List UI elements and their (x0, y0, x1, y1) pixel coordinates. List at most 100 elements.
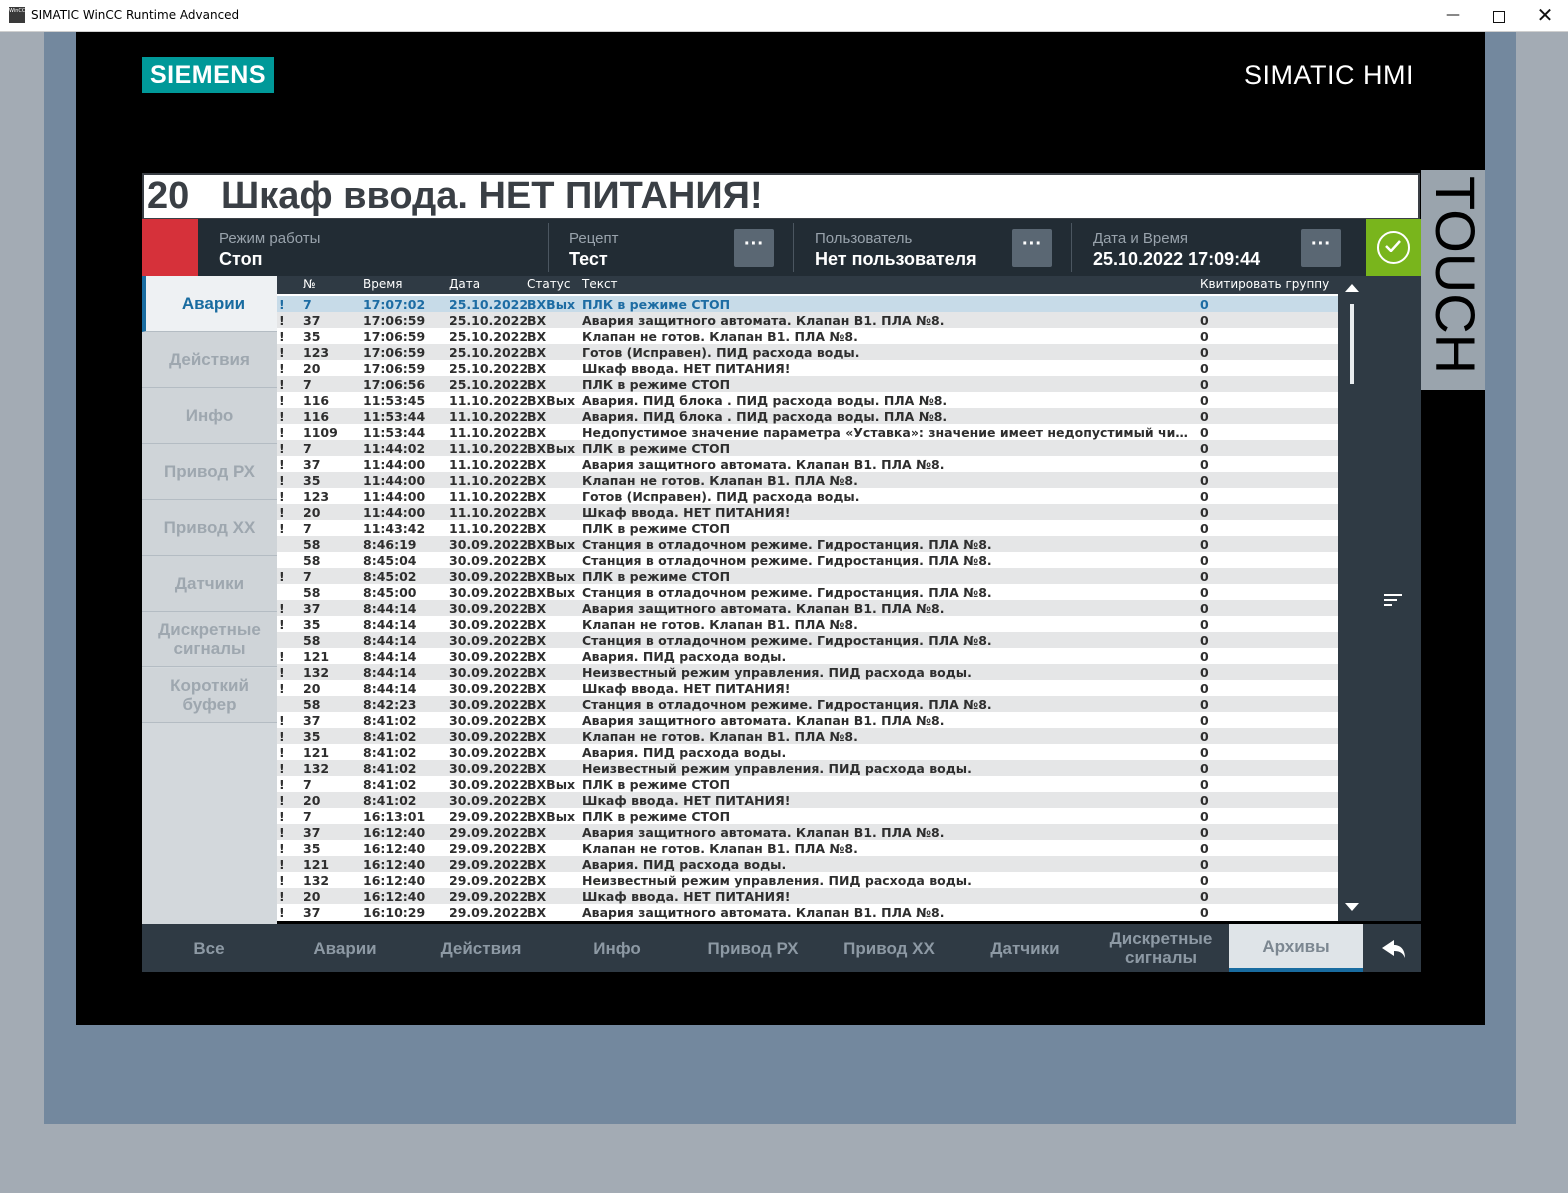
table-row[interactable]: ! 35 16:12:40 29.09.2022 ВХ Клапан не готов. … (277, 840, 1338, 856)
sidebar-item-drive-hh[interactable]: Привод ХХ (142, 500, 277, 556)
row-time: 8:42:23 (363, 697, 417, 712)
back-arrow-icon[interactable] (1374, 936, 1412, 962)
row-date: 29.09.2022 (449, 873, 529, 888)
table-row[interactable]: ! 35 8:41:02 30.09.2022 ВХ Клапан не готов. К… (277, 728, 1338, 744)
table-row[interactable]: ! 37 17:06:59 25.10.2022 ВХ Авария защитного … (277, 312, 1338, 328)
acknowledge-button[interactable] (1366, 219, 1421, 276)
row-date: 30.09.2022 (449, 761, 529, 776)
table-row[interactable]: ! 121 8:41:02 30.09.2022 ВХ Авария. ПИД расхо… (277, 744, 1338, 760)
alarm-indicator[interactable] (142, 219, 198, 276)
table-row[interactable]: ! 121 8:44:14 30.09.2022 ВХ Авария. ПИД расхо… (277, 648, 1338, 664)
tab-drive-rh[interactable]: Привод РХ (686, 924, 820, 972)
table-row[interactable]: ! 20 8:41:02 30.09.2022 ВХ Шкаф ввода. НЕТ ПИ… (277, 792, 1338, 808)
header-date[interactable]: Дата (449, 277, 480, 291)
user-more-button[interactable]: ··· (1012, 229, 1052, 267)
row-flag: ! (279, 729, 285, 744)
table-row[interactable]: ! 7 11:43:42 11.10.2022 ВХ ПЛК в режиме СТОП 0 (277, 520, 1338, 536)
tab-discrete-signals[interactable]: Дискретные сигналы (1094, 924, 1228, 972)
table-row[interactable]: ! 37 11:44:00 11.10.2022 ВХ Авария защитного … (277, 456, 1338, 472)
table-row[interactable]: ! 7 17:07:02 25.10.2022 ВХВых ПЛК в режиме СТ… (277, 296, 1338, 312)
row-text: Станция в отладочном режиме. Гидростанци… (582, 585, 992, 600)
table-row[interactable]: ! 132 8:44:14 30.09.2022 ВХ Неизвестный режим… (277, 664, 1338, 680)
table-row[interactable]: ! 37 8:41:02 30.09.2022 ВХ Авария защитного а… (277, 712, 1338, 728)
table-row[interactable]: ! 123 11:44:00 11.10.2022 ВХ Готов (Исправен)… (277, 488, 1338, 504)
maximize-button[interactable] (1476, 0, 1522, 31)
table-row[interactable]: ! 116 11:53:44 11.10.2022 ВХ Авария. ПИД блок… (277, 408, 1338, 424)
table-row[interactable]: ! 37 8:44:14 30.09.2022 ВХ Авария защитного а… (277, 600, 1338, 616)
sidebar-item-discrete-signals[interactable]: Дискретные сигналы (142, 612, 277, 667)
row-ack: 0 (1200, 473, 1209, 488)
row-time: 8:45:02 (363, 569, 417, 584)
row-status: ВХ (527, 425, 547, 440)
sidebar-item-info[interactable]: Инфо (142, 388, 277, 444)
tab-drive-hh[interactable]: Привод ХХ (822, 924, 956, 972)
table-row[interactable]: ! 20 17:06:59 25.10.2022 ВХ Шкаф ввода. НЕТ П… (277, 360, 1338, 376)
table-row[interactable]: ! 132 16:12:40 29.09.2022 ВХ Неизвестный режи… (277, 872, 1338, 888)
scroll-thumb[interactable] (1350, 304, 1354, 384)
table-row[interactable]: ! 35 11:44:00 11.10.2022 ВХ Клапан не готов. … (277, 472, 1338, 488)
table-row[interactable]: 58 8:45:04 30.09.2022 ВХ Станция в отладочно… (277, 552, 1338, 568)
tab-sensors[interactable]: Датчики (958, 924, 1092, 972)
row-text: Готов (Исправен). ПИД расхода воды. (582, 345, 860, 360)
tab-alarms[interactable]: Аварии (278, 924, 412, 972)
table-row[interactable]: 58 8:46:19 30.09.2022 ВХВых Станция в отладо… (277, 536, 1338, 552)
table-row[interactable]: ! 35 8:44:14 30.09.2022 ВХ Клапан не готов. К… (277, 616, 1338, 632)
header-number[interactable]: № (303, 277, 315, 291)
table-row[interactable]: ! 7 8:41:02 30.09.2022 ВХВых ПЛК в режиме СТО… (277, 776, 1338, 792)
table-row[interactable]: ! 123 17:06:59 25.10.2022 ВХ Готов (Исправен)… (277, 344, 1338, 360)
triangle-down-icon[interactable] (1345, 903, 1359, 911)
row-ack: 0 (1200, 457, 1209, 472)
alarm-table[interactable]: № Время Дата Статус Текст Квитировать гр… (277, 276, 1338, 921)
recipe-more-button[interactable]: ··· (734, 229, 774, 267)
table-row[interactable]: ! 7 8:45:02 30.09.2022 ВХВых ПЛК в режиме СТО… (277, 568, 1338, 584)
row-ack: 0 (1200, 489, 1209, 504)
sidebar-item-actions[interactable]: Действия (142, 332, 277, 388)
row-status: ВХВых (527, 441, 576, 456)
table-row[interactable]: ! 20 16:12:40 29.09.2022 ВХ Шкаф ввода. НЕТ П… (277, 888, 1338, 904)
sidebar-item-sensors[interactable]: Датчики (142, 556, 277, 612)
datetime-more-button[interactable]: ··· (1301, 229, 1341, 267)
header-text[interactable]: Текст (582, 277, 618, 291)
header-time[interactable]: Время (363, 277, 403, 291)
table-row[interactable]: ! 37 16:12:40 29.09.2022 ВХ Авария защитного … (277, 824, 1338, 840)
row-ack: 0 (1200, 889, 1209, 904)
table-row[interactable]: ! 20 11:44:00 11.10.2022 ВХ Шкаф ввода. НЕТ П… (277, 504, 1338, 520)
table-row[interactable]: ! 132 8:41:02 30.09.2022 ВХ Неизвестный режим… (277, 760, 1338, 776)
check-icon (1385, 240, 1401, 252)
row-date: 30.09.2022 (449, 569, 529, 584)
close-button[interactable]: ✕ (1522, 0, 1568, 31)
tab-actions[interactable]: Действия (414, 924, 548, 972)
table-row[interactable]: ! 1109 11:53:44 11.10.2022 ВХ Недопустимое зн… (277, 424, 1338, 440)
table-row[interactable]: ! 7 16:13:01 29.09.2022 ВХВых ПЛК в режиме СТ… (277, 808, 1338, 824)
table-row[interactable]: ! 7 17:06:56 25.10.2022 ВХ ПЛК в режиме СТОП 0 (277, 376, 1338, 392)
minimize-button[interactable]: — (1430, 0, 1476, 31)
tab-all[interactable]: Все (142, 924, 276, 972)
table-row[interactable]: 58 8:44:14 30.09.2022 ВХ Станция в отладочно… (277, 632, 1338, 648)
table-row[interactable]: ! 7 11:44:02 11.10.2022 ВХВых ПЛК в режиме СТ… (277, 440, 1338, 456)
row-flag: ! (279, 521, 285, 536)
banner-alarm-number: 20 (147, 175, 190, 217)
sort-icon[interactable] (1384, 593, 1404, 607)
table-row[interactable]: ! 37 16:10:29 29.09.2022 ВХ Авария защитного … (277, 904, 1338, 920)
table-row[interactable]: ! 116 11:53:45 11.10.2022 ВХВых Авария. ПИД б… (277, 392, 1338, 408)
row-time: 8:44:14 (363, 649, 417, 664)
header-ack-group[interactable]: Квитировать группу (1200, 277, 1329, 291)
table-row[interactable]: ! 121 16:12:40 29.09.2022 ВХ Авария. ПИД расх… (277, 856, 1338, 872)
row-flag: ! (279, 297, 285, 312)
sidebar-item-alarms[interactable]: Аварии (142, 276, 281, 332)
alarm-banner[interactable]: 20 Шкаф ввода. НЕТ ПИТАНИЯ! (142, 173, 1420, 220)
window-title: SIMATIC WinCC Runtime Advanced (31, 8, 240, 22)
table-row[interactable]: 58 8:42:23 30.09.2022 ВХ Станция в отладочно… (277, 696, 1338, 712)
table-row[interactable]: 58 8:45:00 30.09.2022 ВХВых Станция в отладо… (277, 584, 1338, 600)
row-time: 8:41:02 (363, 761, 417, 776)
table-row[interactable]: ! 35 17:06:59 25.10.2022 ВХ Клапан не готов. … (277, 328, 1338, 344)
tab-info[interactable]: Инфо (550, 924, 684, 972)
triangle-up-icon[interactable] (1345, 284, 1359, 292)
header-status[interactable]: Статус (527, 277, 570, 291)
vertical-scrollbar[interactable] (1338, 276, 1366, 921)
sidebar-item-drive-rh[interactable]: Привод РХ (142, 444, 277, 500)
table-row[interactable]: ! 20 8:44:14 30.09.2022 ВХ Шкаф ввода. НЕТ ПИ… (277, 680, 1338, 696)
sidebar-item-short-buffer[interactable]: Короткий буфер (142, 668, 277, 723)
tab-archives[interactable]: Архивы (1229, 924, 1363, 972)
row-number: 35 (303, 617, 321, 632)
